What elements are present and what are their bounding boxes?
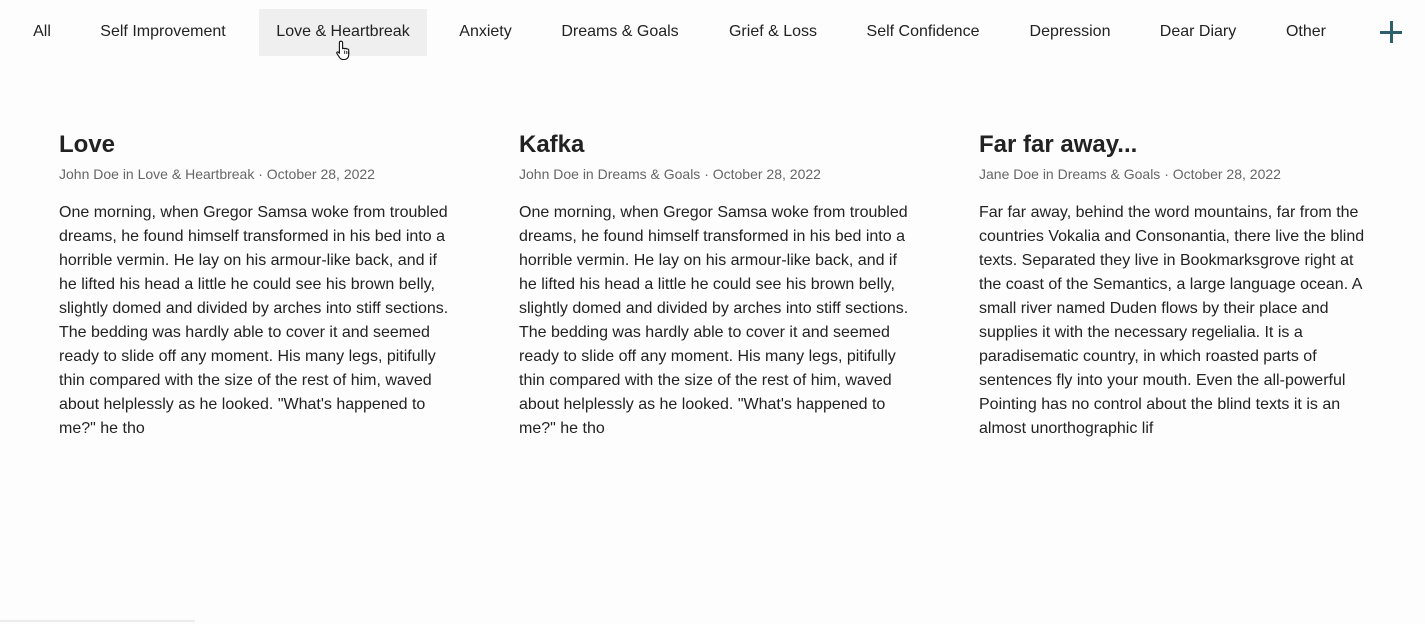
post-meta: John Doe in Dreams & Goals · October 28,… (519, 166, 821, 182)
post-title[interactable]: Far far away... (979, 128, 1374, 162)
post-excerpt: One morning, when Gregor Samsa woke from… (59, 204, 449, 437)
post-card: Kafka John Doe in Dreams & Goals · Octob… (519, 128, 914, 457)
post-title[interactable]: Love (59, 128, 454, 162)
tab-dreams-goals[interactable]: Dreams & Goals (550, 9, 690, 56)
tab-self-improvement[interactable]: Self Improvement (89, 9, 237, 56)
post-card: Far far away... Jane Doe in Dreams & Goa… (979, 128, 1374, 457)
category-nav: All Self Improvement Love & Heartbreak A… (0, 0, 1425, 64)
tab-dear-diary[interactable]: Dear Diary (1149, 9, 1247, 56)
post-card: Love John Doe in Love & Heartbreak · Oct… (59, 128, 454, 457)
post-meta: John Doe in Love & Heartbreak · October … (59, 166, 375, 182)
hand-pointer-cursor-icon (336, 40, 350, 61)
tab-anxiety[interactable]: Anxiety (449, 9, 522, 56)
tab-all[interactable]: All (25, 9, 59, 56)
plus-icon[interactable] (1378, 19, 1404, 45)
post-excerpt: Far far away, behind the word mountains,… (979, 204, 1365, 437)
tab-self-confidence[interactable]: Self Confidence (856, 9, 990, 56)
post-meta: Jane Doe in Dreams & Goals · October 28,… (979, 166, 1281, 182)
post-title[interactable]: Kafka (519, 128, 914, 162)
divider (0, 620, 195, 622)
tab-other[interactable]: Other (1275, 9, 1337, 56)
tab-grief-loss[interactable]: Grief & Loss (718, 9, 828, 56)
post-excerpt: One morning, when Gregor Samsa woke from… (519, 204, 909, 437)
tab-depression[interactable]: Depression (1019, 9, 1121, 56)
